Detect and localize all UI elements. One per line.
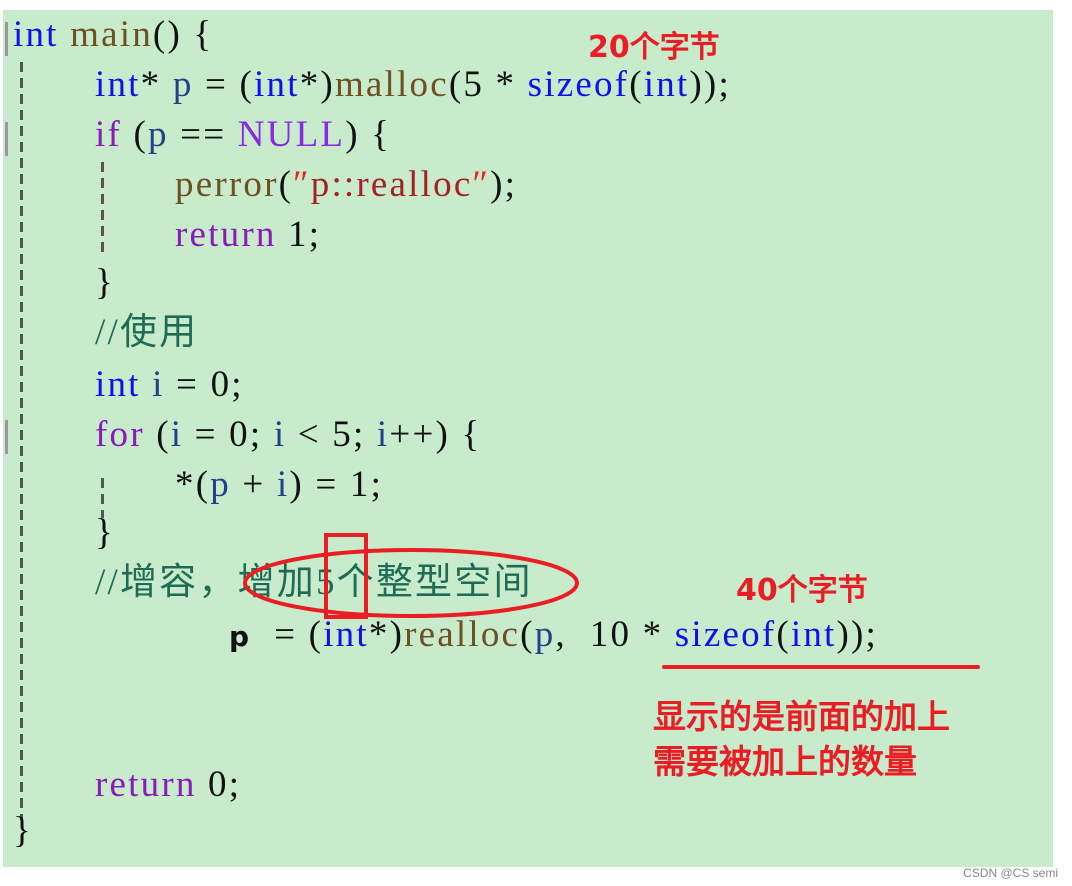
code-text: (5 * xyxy=(448,64,528,105)
code-line: if (p == NULL) { xyxy=(95,110,391,160)
variable: i xyxy=(376,414,390,455)
code-text: ) = 1; xyxy=(289,464,384,505)
code-line: return 1; xyxy=(175,210,321,260)
code-text: * xyxy=(140,64,173,105)
code-line: //增容，增加5个整型空间 xyxy=(95,558,533,608)
code-text: } xyxy=(13,810,33,851)
code-line: return 0; xyxy=(95,760,241,810)
code-text: ( xyxy=(122,114,148,155)
code-text: *) xyxy=(299,64,335,105)
code-line: int* p = (int*)malloc(5 * sizeof(int)); xyxy=(95,60,731,110)
comment: //使用 xyxy=(95,312,199,353)
keyword: return xyxy=(95,764,197,805)
macro: NULL xyxy=(237,114,346,155)
code-text: ( xyxy=(520,614,535,655)
function-name: main xyxy=(70,14,153,55)
code-text: ( xyxy=(629,64,644,105)
code-text: ( xyxy=(776,614,791,655)
keyword: int xyxy=(13,14,59,55)
keyword: sizeof xyxy=(527,64,630,105)
code-text: , 10 * xyxy=(555,614,675,655)
keyword: for xyxy=(95,414,145,455)
code-line: perror(″p::realloc″); xyxy=(175,160,517,210)
gutter-marker xyxy=(5,22,8,56)
keyword: if xyxy=(95,114,123,155)
variable: p xyxy=(534,614,556,655)
code-panel: int main() { int* p = (int*)malloc(5 * s… xyxy=(3,10,1053,867)
code-text: *( xyxy=(175,464,211,505)
keyword: return xyxy=(175,214,277,255)
code-line: } xyxy=(13,806,33,856)
code-text: + xyxy=(230,464,277,505)
code-text: () { xyxy=(152,14,214,55)
variable: p xyxy=(210,464,231,505)
code-text: *) xyxy=(368,614,405,655)
variable: p xyxy=(172,64,194,105)
indent-guide xyxy=(101,162,104,258)
code-text: = 0; xyxy=(164,364,244,405)
code-text: = ( xyxy=(193,64,255,105)
string-quote: ″ xyxy=(293,164,311,205)
code-line: int main() { xyxy=(13,10,213,60)
code-line: } xyxy=(95,258,115,308)
code-text: 0; xyxy=(196,764,242,805)
code-text: ++) { xyxy=(389,414,482,455)
variable: i xyxy=(170,414,184,455)
keyword: int xyxy=(95,364,141,405)
code-line: for (i = 0; i < 5; i++) { xyxy=(95,410,481,460)
code-text: = 0; xyxy=(183,414,274,455)
code-line: *(p + i) = 1; xyxy=(175,460,383,510)
annotation-note-line2: 需要被加上的数量 xyxy=(653,742,917,781)
string-quote: ″ xyxy=(472,164,491,205)
code-text: )); xyxy=(836,614,879,655)
keyword: int xyxy=(254,64,300,105)
code-text: < 5; xyxy=(286,414,377,455)
annotation-note-line1: 显示的是前面的加上 xyxy=(653,697,950,736)
code-text: ); xyxy=(490,164,518,205)
keyword: int xyxy=(95,64,141,105)
code-line: int i = 0; xyxy=(95,360,244,410)
variable: i xyxy=(140,364,165,405)
keyword: int xyxy=(790,614,837,655)
code-line: } xyxy=(95,508,115,558)
gutter-marker xyxy=(5,122,8,156)
string-literal: p::realloc xyxy=(310,164,473,205)
code-text: = ( xyxy=(251,614,324,655)
code-text: } xyxy=(95,512,115,553)
code-text: 1; xyxy=(276,214,322,255)
comment: //增容，增加5个整型空间 xyxy=(95,562,533,603)
code-text: ( xyxy=(144,414,171,455)
variable: p xyxy=(148,114,169,155)
function-name: perror xyxy=(175,164,279,205)
variable: p xyxy=(229,620,252,653)
code-line: p = (int*)realloc(p, 10 * sizeof(int)); xyxy=(229,610,878,660)
gutter-marker xyxy=(5,420,8,454)
code-text: == xyxy=(168,114,238,155)
function-name: realloc xyxy=(404,614,521,655)
annotation-20-bytes: 20个字节 xyxy=(588,30,720,65)
keyword: sizeof xyxy=(674,614,777,655)
keyword: int xyxy=(643,64,690,105)
code-text: )); xyxy=(689,64,731,105)
variable: i xyxy=(273,414,287,455)
code-text: } xyxy=(95,262,115,303)
function-name: malloc xyxy=(334,64,449,105)
code-text: ) { xyxy=(345,114,392,155)
annotation-40-bytes: 40个字节 xyxy=(736,573,868,608)
watermark: CSDN @CS semi xyxy=(963,866,1058,880)
indent-guide xyxy=(20,62,23,820)
code-text: ( xyxy=(278,164,294,205)
code-line: //使用 xyxy=(95,308,198,358)
variable: i xyxy=(276,464,290,505)
keyword: int xyxy=(323,614,369,655)
